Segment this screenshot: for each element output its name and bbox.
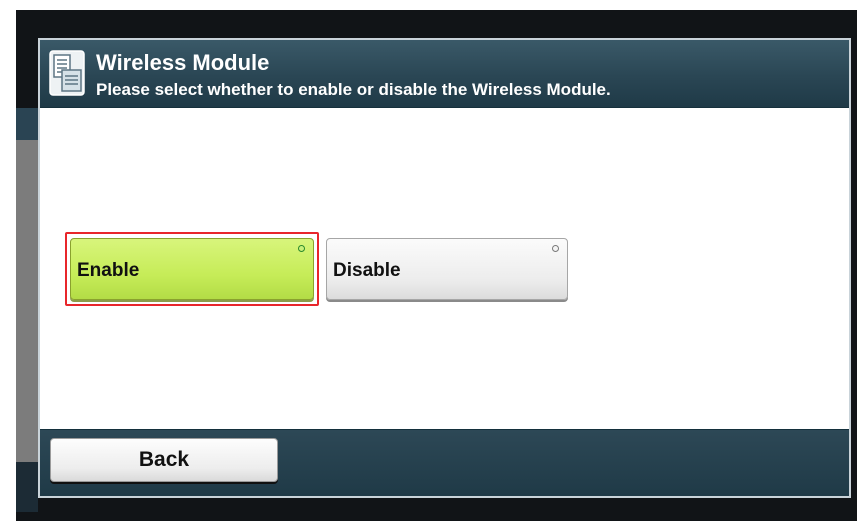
selected-indicator-icon — [298, 245, 305, 252]
dialog-footer: Back — [40, 429, 849, 496]
wireless-module-dialog: Wireless Module Please select whether to… — [38, 38, 851, 498]
dialog-header: Wireless Module Please select whether to… — [40, 40, 849, 108]
enable-button-label: Enable — [77, 260, 140, 281]
document-settings-icon — [48, 48, 86, 98]
unselected-indicator-icon — [552, 245, 559, 252]
dialog-subtitle: Please select whether to enable or disab… — [96, 80, 611, 99]
dialog-title: Wireless Module — [96, 50, 270, 75]
disable-button[interactable]: Disable — [326, 238, 568, 300]
enable-button[interactable]: Enable — [70, 238, 314, 300]
side-panel-edge — [16, 462, 38, 512]
back-button[interactable]: Back — [50, 438, 278, 482]
side-panel-edge — [16, 108, 38, 140]
disable-button-label: Disable — [333, 260, 401, 281]
side-panel-edge — [16, 140, 38, 462]
